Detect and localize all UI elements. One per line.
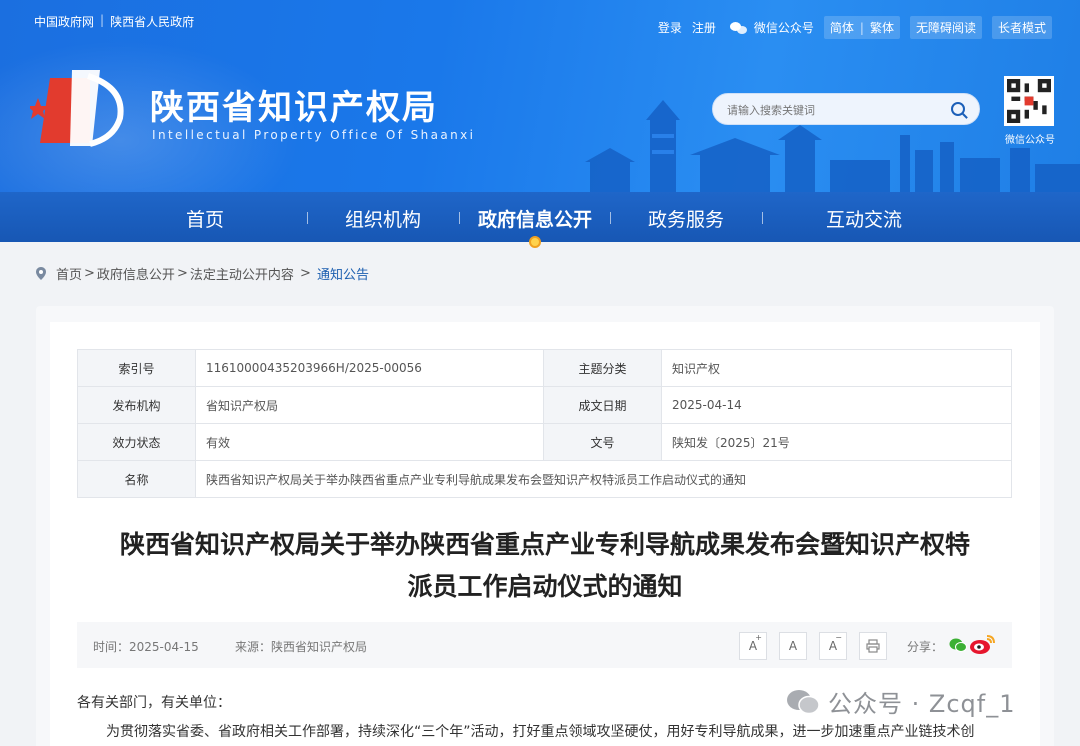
nav-gov-info[interactable]: 政府信息公开	[478, 205, 592, 232]
font-decrease-button[interactable]: A −	[819, 632, 847, 660]
greeting-text: 各有关部门，有关单位：	[77, 695, 231, 711]
meta-key: 效力状态	[77, 423, 196, 461]
print-button[interactable]	[859, 632, 887, 660]
meta-key: 发布机构	[77, 386, 196, 424]
publish-time: 时间：2025-04-15	[93, 640, 199, 654]
language-switch: 简体 | 繁体	[823, 16, 900, 39]
link-gov-cn[interactable]: 中国政府网	[34, 13, 94, 30]
document-meta-table: 索引号 11610000435203966H/2025-00056 主题分类 知…	[77, 349, 1012, 498]
meta-value: 知识产权	[661, 349, 1012, 387]
nav-interaction[interactable]: 互动交流	[826, 205, 902, 232]
traditional-link[interactable]: 繁体	[870, 21, 894, 35]
nav-services[interactable]: 政务服务	[648, 205, 724, 232]
wechat-watermark-icon	[787, 689, 820, 714]
header-banner: 中国政府网 | 陕西省人民政府 登录 注册 微信公众号 简体 | 繁体 无障碍阅读 …	[0, 0, 1080, 192]
top-right-links: 登录 注册 微信公众号 简体 | 繁体 无障碍阅读 长者模式	[648, 16, 1052, 39]
elder-mode-button[interactable]: 长者模式	[991, 16, 1052, 39]
meta-value: 11610000435203966H/2025-00056	[195, 349, 544, 387]
wechat-link[interactable]: 微信公众号	[754, 19, 814, 36]
nav-organization[interactable]: 组织机构	[345, 205, 421, 232]
meta-value: 2025-04-14	[661, 386, 1012, 424]
meta-value: 有效	[195, 423, 544, 461]
register-link[interactable]: 注册	[692, 19, 716, 36]
document-title: 陕西省知识产权局关于举办陕西省重点产业专利导航成果发布会暨知识产权特 派员工作启…	[119, 530, 970, 601]
font-increase-button[interactable]: A +	[739, 632, 767, 660]
nav-home[interactable]: 首页	[186, 205, 224, 232]
city-skyline-icon	[585, 100, 1080, 192]
meta-key: 文号	[543, 423, 662, 461]
link-shaanxi-gov[interactable]: 陕西省人民政府	[110, 13, 194, 30]
breadcrumb-gov-info[interactable]: 政府信息公开	[97, 264, 175, 283]
breadcrumb: 首页 > 政府信息公开 > 法定主动公开内容 > 通知公告	[36, 264, 369, 283]
breadcrumb-home[interactable]: 首页	[56, 264, 82, 283]
login-link[interactable]: 登录	[658, 19, 682, 36]
main-nav: 首页 组织机构 政府信息公开 政务服务 互动交流	[0, 192, 1080, 242]
emblem-logo-icon	[30, 70, 124, 147]
printer-icon	[866, 639, 880, 653]
share-label: 分享：	[907, 640, 944, 654]
meta-value: 陕知发〔2025〕21号	[661, 423, 1012, 461]
active-nav-indicator-icon	[529, 236, 541, 248]
body-paragraph: 为贯彻落实省委、省政府相关工作部署，持续深化“三个年”活动，打好重点领域攻坚硬仗…	[106, 724, 975, 740]
meta-key: 名称	[77, 460, 196, 498]
font-normal-button[interactable]: A	[779, 632, 807, 660]
table-row: 发布机构 省知识产权局 成文日期 2025-04-14	[77, 386, 1012, 424]
meta-key: 主题分类	[543, 349, 662, 387]
breadcrumb-current[interactable]: 通知公告	[317, 264, 369, 283]
meta-value: 陕西省知识产权局关于举办陕西省重点产业专利导航成果发布会暨知识产权特派员工作启动…	[195, 460, 1012, 498]
site-title: 陕西省知识产权局	[150, 88, 438, 128]
meta-key: 成文日期	[543, 386, 662, 424]
watermark: 公众号 · Zcqf_1	[786, 684, 1015, 719]
table-row: 名称 陕西省知识产权局关于举办陕西省重点产业专利导航成果发布会暨知识产权特派员工…	[77, 460, 1012, 498]
simplified-link[interactable]: 简体	[830, 21, 854, 35]
breadcrumb-legal[interactable]: 法定主动公开内容	[190, 264, 294, 283]
accessible-button[interactable]: 无障碍阅读	[909, 16, 982, 39]
meta-key: 索引号	[77, 349, 196, 387]
wechat-icon	[729, 21, 748, 34]
meta-value: 省知识产权局	[195, 386, 544, 424]
site-subtitle: Intellectual Property Office Of Shaanxi	[152, 128, 476, 142]
document-info-bar: 时间：2025-04-15 来源：陕西省知识产权局 A + A A − 分享：	[77, 622, 1012, 668]
weibo-share-icon[interactable]	[969, 633, 997, 655]
location-pin-icon	[36, 267, 46, 280]
table-row: 效力状态 有效 文号 陕知发〔2025〕21号	[77, 423, 1012, 461]
publish-source: 来源：陕西省知识产权局	[235, 640, 368, 654]
top-left-links: 中国政府网 | 陕西省人民政府	[34, 13, 195, 30]
wechat-share-icon[interactable]	[949, 637, 967, 653]
table-row: 索引号 11610000435203966H/2025-00056 主题分类 知…	[77, 349, 1012, 387]
